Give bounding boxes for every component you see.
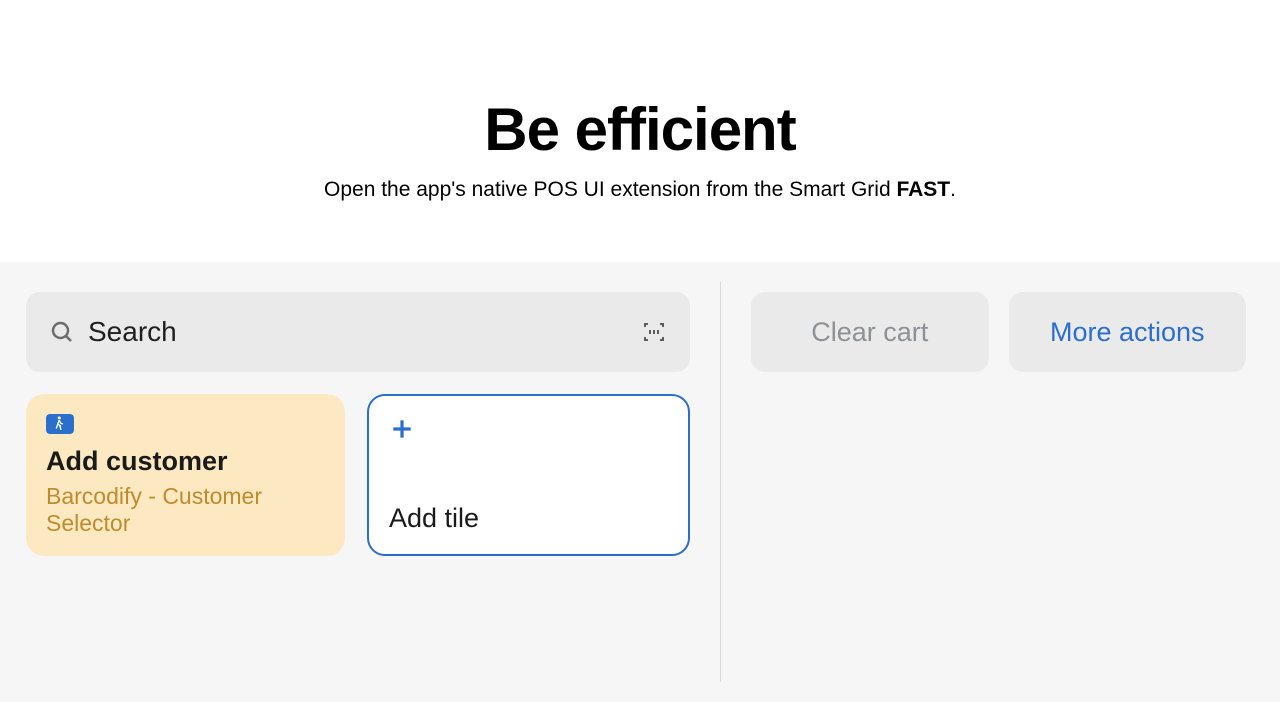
plus-icon	[389, 416, 415, 442]
subtitle-suffix: .	[950, 178, 956, 201]
customer-tile-subtitle: Barcodify - Customer Selector	[46, 483, 325, 536]
clear-cart-button[interactable]: Clear cart	[751, 292, 989, 372]
add-customer-tile[interactable]: Add customer Barcodify - Customer Select…	[26, 394, 345, 556]
add-tile-label: Add tile	[389, 503, 668, 534]
app-panel: Search Add cust	[0, 262, 1280, 702]
customer-tile-title: Add customer	[46, 446, 325, 477]
right-panel: Clear cart More actions	[721, 292, 1280, 702]
person-walking-icon	[51, 415, 69, 433]
page-subtitle: Open the app's native POS UI extension f…	[0, 178, 1280, 202]
tiles-row: Add customer Barcodify - Customer Select…	[26, 394, 690, 556]
search-bar[interactable]: Search	[26, 292, 690, 372]
header-section: Be efficient Open the app's native POS U…	[0, 0, 1280, 262]
page-title: Be efficient	[0, 95, 1280, 164]
barcode-scan-icon[interactable]	[642, 320, 666, 344]
search-placeholder: Search	[88, 316, 628, 348]
left-panel: Search Add cust	[0, 292, 720, 702]
subtitle-prefix: Open the app's native POS UI extension f…	[324, 178, 896, 201]
add-tile-button[interactable]: Add tile	[367, 394, 690, 556]
more-actions-button[interactable]: More actions	[1009, 292, 1247, 372]
search-icon	[50, 320, 74, 344]
subtitle-bold: FAST	[896, 178, 950, 201]
customer-icon-box	[46, 414, 74, 434]
